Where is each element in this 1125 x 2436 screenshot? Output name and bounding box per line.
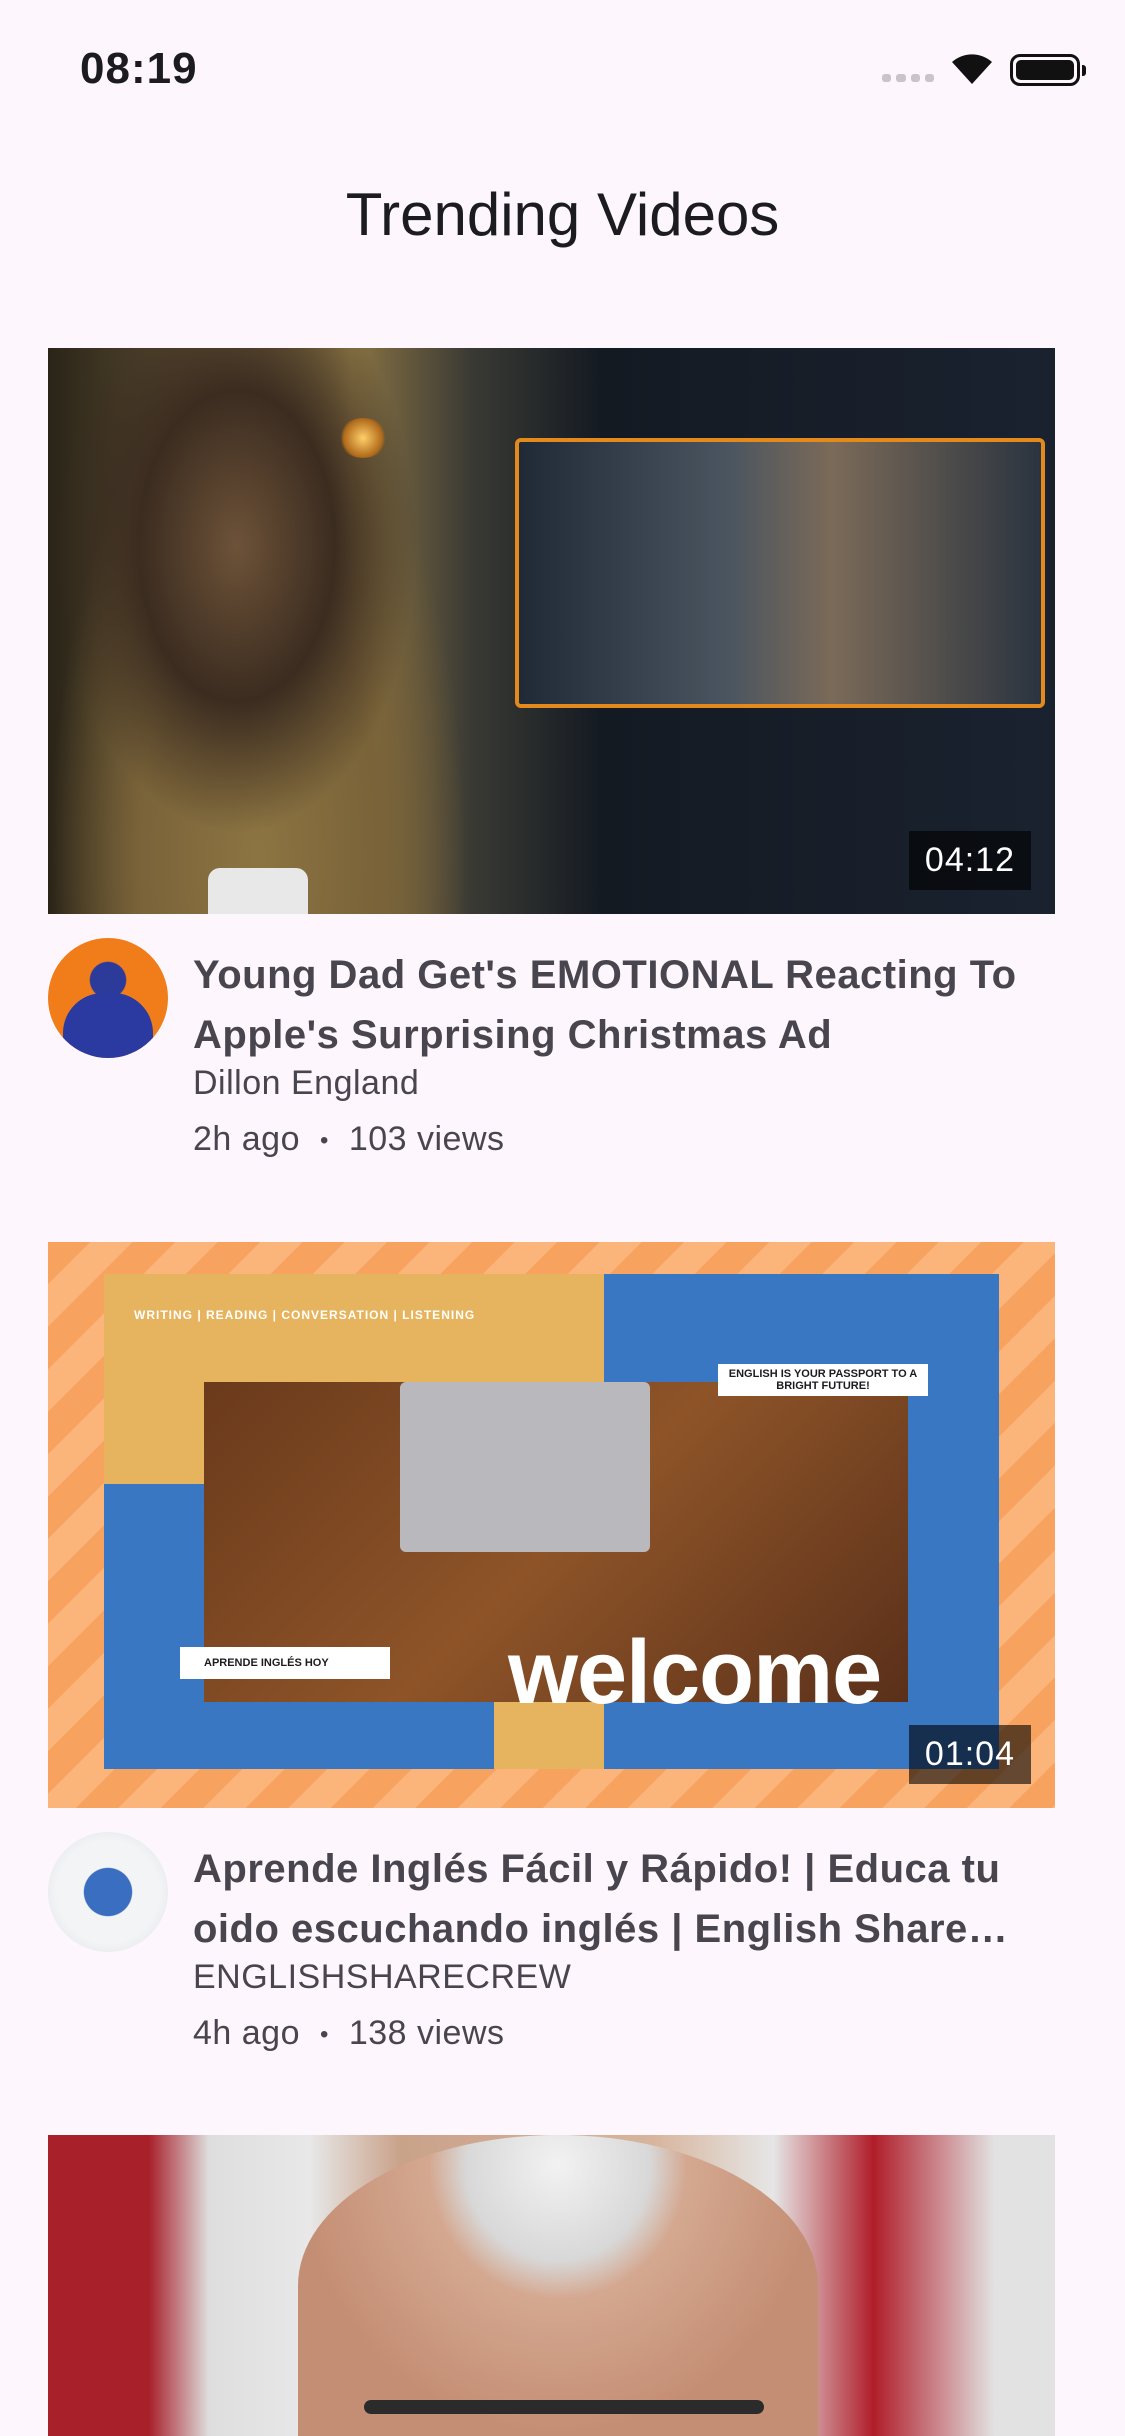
video-card[interactable]: [48, 2135, 1055, 2436]
video-thumbnail[interactable]: 04:12: [48, 348, 1055, 914]
battery-icon: [1010, 54, 1086, 86]
view-count: 103 views: [348, 1120, 505, 1158]
channel-name[interactable]: ENGLISHSHARECREW: [193, 1958, 571, 1997]
cellular-signal-icon: [882, 74, 934, 82]
video-meta: 2h ago • 103 views: [193, 1120, 505, 1159]
view-count: 138 views: [348, 2014, 505, 2052]
channel-name[interactable]: Dillon England: [193, 1064, 419, 1103]
meta-separator: •: [319, 2021, 329, 2049]
video-duration: 04:12: [908, 831, 1031, 890]
status-time: 08:19: [80, 44, 198, 93]
video-duration: 01:04: [908, 1725, 1031, 1784]
thumbnail-passport-text: ENGLISH IS YOUR PASSPORT TO A BRIGHT FUT…: [718, 1364, 928, 1396]
video-card[interactable]: 04:12 Young Dad Get's EMOTIONAL Reacting…: [48, 348, 1055, 1158]
meta-separator: •: [319, 1127, 329, 1155]
home-indicator[interactable]: [364, 2400, 764, 2414]
video-meta: 4h ago • 138 views: [193, 2014, 505, 2053]
channel-avatar[interactable]: [48, 938, 168, 1058]
video-title[interactable]: Aprende Inglés Fácil y Rápido! | Educa t…: [193, 1839, 1063, 1959]
status-bar: 08:19: [0, 0, 1125, 130]
page-title: Trending Videos: [345, 181, 780, 248]
video-thumbnail[interactable]: [48, 2135, 1055, 2436]
thumbnail-welcome-text: welcome: [508, 1623, 882, 1723]
thumbnail-label-text: APRENDE INGLÉS HOY: [180, 1647, 390, 1679]
video-title[interactable]: Young Dad Get's EMOTIONAL Reacting To Ap…: [193, 945, 1063, 1065]
video-age: 4h ago: [193, 2014, 300, 2052]
video-age: 2h ago: [193, 1120, 300, 1158]
thumbnail-skills-text: WRITING | READING | CONVERSATION | LISTE…: [134, 1308, 476, 1322]
video-thumbnail[interactable]: WRITING | READING | CONVERSATION | LISTE…: [48, 1242, 1055, 1808]
channel-avatar[interactable]: [48, 1832, 168, 1952]
wifi-icon: [952, 54, 992, 84]
video-card[interactable]: WRITING | READING | CONVERSATION | LISTE…: [48, 1242, 1055, 2052]
